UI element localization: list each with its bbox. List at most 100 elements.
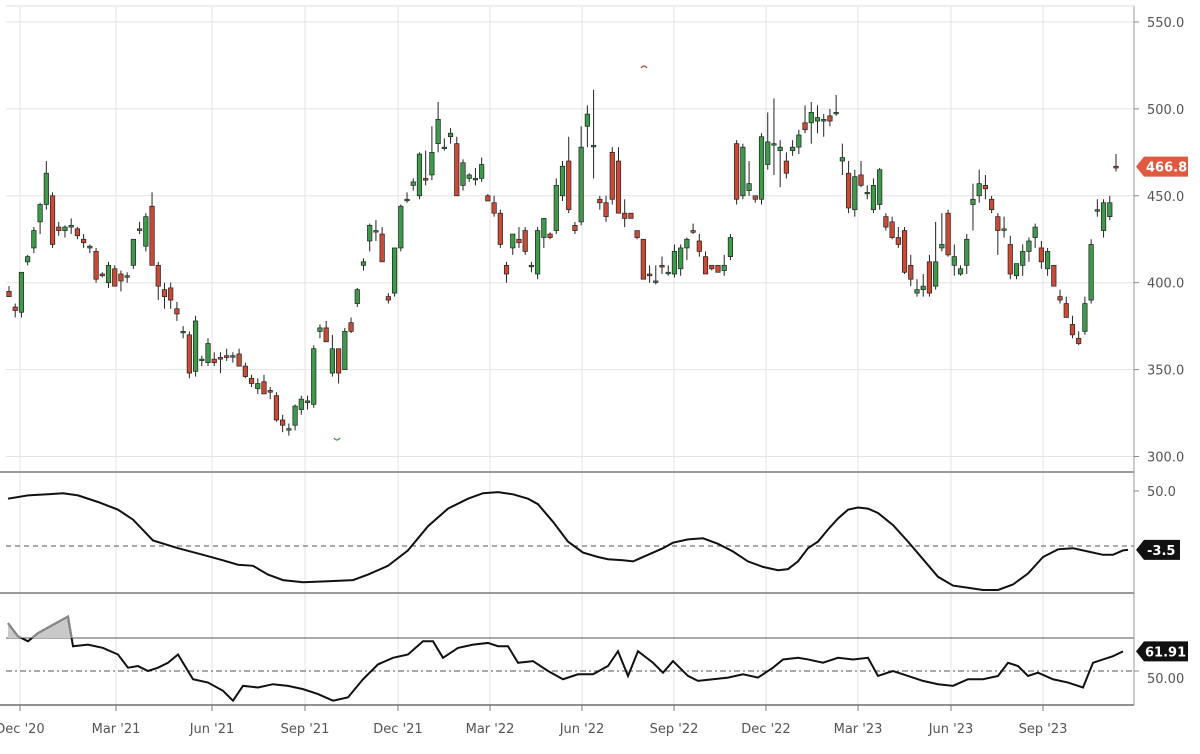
candle [248,374,255,387]
candle [56,221,62,236]
candle [528,261,534,273]
candle-body [839,157,845,162]
candle [205,338,211,367]
candle [224,348,230,361]
low-marker [333,437,341,441]
candle [702,251,709,275]
candle [709,264,715,271]
candle-body [553,185,559,231]
candle-body [292,405,298,426]
candle-body [814,117,821,122]
candle [230,352,236,363]
candle-body [1069,324,1076,336]
candle [690,223,696,235]
candle-body [211,358,217,363]
time-tick-label: Dec '20 [0,722,45,737]
candle [1032,223,1038,248]
candle-body [976,183,982,197]
candle [1069,315,1076,339]
candle [12,303,18,318]
candle [553,178,559,235]
candle-body [68,224,74,228]
candle [858,161,864,188]
candle [211,352,217,367]
candle-body [180,331,186,334]
time-tick-label: Sep '21 [281,722,330,737]
candle-body [485,195,491,202]
candle-body [124,275,130,278]
candle [373,220,379,241]
candle [273,392,280,422]
candle [130,238,136,269]
candle-body [93,251,99,280]
candle-body [37,204,43,223]
candle [342,327,348,370]
candle [472,167,479,186]
candle-body [429,152,435,176]
candle [6,286,12,297]
candle-body [435,118,441,145]
candle-body [404,198,410,202]
candle-body [174,308,180,315]
candle-body [43,172,49,205]
chart-svg: 550.0 500.0 450.0 400.0 350.0 300.0 466.8 50.0 -… [0,5,1188,737]
candle [479,157,485,182]
candle [429,126,435,181]
candle-body [833,112,839,115]
time-tick-label: Mar '21 [92,722,141,737]
candle [149,192,155,266]
candle [559,161,566,202]
candle-body [989,198,995,211]
candle-body [1026,240,1032,252]
time-tick-label: Sep '22 [650,722,699,737]
candle-body [323,327,329,343]
candle [653,265,659,285]
candle [398,204,404,252]
price-tick-label: 400.0 [1147,277,1184,292]
candle-body [746,183,752,191]
candle [908,254,914,287]
candle-body [1007,244,1013,275]
candle-body [1107,202,1113,218]
candle [25,254,31,266]
rsi-ref-label: 50.00 [1147,672,1184,687]
candle [503,261,510,283]
candle-body [696,240,702,252]
candle-body [1094,209,1100,212]
candle [746,161,752,196]
candle-body [18,271,25,313]
candle-body [298,398,304,410]
candle-body [354,289,360,304]
candle [280,414,286,433]
candle-body [783,160,789,174]
candle [684,237,690,261]
candle [939,213,945,252]
candle-body [149,205,155,266]
candle [286,423,292,436]
candle-body [852,176,858,211]
candle-body [398,205,404,249]
candle-body [827,115,833,122]
time-tick-label: Mar '23 [834,722,883,737]
candle [1113,154,1119,172]
candle-body [926,261,933,294]
candle-body [56,226,62,231]
candle-body [472,178,479,181]
candle-body [423,178,429,181]
candle [864,185,870,200]
candle-body [765,141,771,165]
candle-body [665,271,671,275]
candle [336,348,342,384]
candle-body [261,381,267,395]
candle [1020,244,1026,276]
candle [615,147,622,214]
candle-body [752,195,758,200]
price-tick-label: 300.0 [1147,451,1184,466]
candle-body [168,287,174,301]
candle [49,192,56,248]
candle-body [503,264,510,275]
candle-body [609,152,615,200]
candle-body [454,143,460,197]
candle [81,234,87,248]
candle-body [653,280,659,283]
